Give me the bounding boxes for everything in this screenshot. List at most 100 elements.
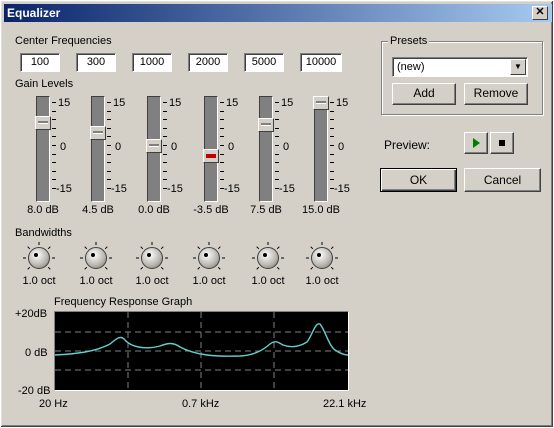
slider-ticks: [220, 102, 226, 189]
scale-mid-label: 0: [338, 141, 345, 153]
scale-bottom-label: -15: [167, 183, 183, 195]
bandwidths-label: Bandwidths: [15, 227, 72, 239]
bandwidth-value-1: 1.0 oct: [22, 275, 56, 287]
bandwidth-value-2: 1.0 oct: [79, 275, 113, 287]
gain-slider-1[interactable]: 15 0 -15: [35, 94, 92, 204]
graph-x-mid-label: 0.7 kHz: [182, 398, 220, 410]
scale-mid-label: 0: [115, 141, 122, 153]
stop-button[interactable]: [490, 132, 514, 154]
slider-ticks: [107, 102, 113, 189]
frequency-input-6[interactable]: 10000: [300, 53, 342, 72]
gain-slider-4[interactable]: 15 0 -15: [203, 94, 260, 204]
preview-label: Preview:: [384, 138, 431, 152]
slider-track[interactable]: [259, 96, 273, 202]
stop-icon: [499, 140, 505, 146]
knob-indicator: [34, 253, 38, 257]
cancel-button[interactable]: Cancel: [464, 168, 541, 192]
scale-top-label: 15: [58, 97, 71, 109]
presets-label: Presets: [388, 35, 430, 47]
gain-value-5: 7.5 dB: [250, 204, 282, 216]
knob-indicator: [263, 253, 267, 257]
slider-thumb[interactable]: [313, 96, 329, 110]
scale-bottom-label: -15: [56, 183, 72, 195]
gain-value-1: 8.0 dB: [27, 204, 59, 216]
scale-top-label: 15: [169, 97, 182, 109]
graph-y-mid-label: 0 dB: [25, 347, 48, 359]
gain-value-4: -3.5 dB: [193, 204, 229, 216]
gain-levels-label: Gain Levels: [15, 78, 74, 90]
gain-value-3: 0.0 dB: [138, 204, 170, 216]
slider-thumb[interactable]: [35, 116, 51, 131]
slider-track[interactable]: [36, 96, 50, 202]
knob-indicator: [91, 253, 95, 257]
slider-thumb[interactable]: [90, 126, 106, 141]
scale-bottom-label: -15: [224, 183, 240, 195]
scale-top-label: 15: [113, 97, 126, 109]
scale-bottom-label: -15: [111, 183, 127, 195]
close-icon: ✕: [535, 6, 545, 18]
gain-slider-5[interactable]: 15 0 -15: [258, 94, 315, 204]
bandwidth-knob-4[interactable]: [198, 247, 220, 269]
slider-track[interactable]: [314, 96, 328, 202]
knob-indicator: [317, 253, 321, 257]
gain-slider-3[interactable]: 15 0 -15: [146, 94, 203, 204]
chevron-down-icon[interactable]: ▼: [510, 59, 526, 75]
graph-x-left-label: 20 Hz: [39, 398, 68, 410]
remove-preset-button[interactable]: Remove: [464, 83, 528, 105]
frequency-input-4[interactable]: 2000: [188, 53, 228, 72]
scale-mid-label: 0: [228, 141, 235, 153]
frequency-input-1[interactable]: 100: [20, 53, 60, 72]
scale-mid-label: 0: [171, 141, 178, 153]
close-button[interactable]: ✕: [532, 6, 548, 20]
slider-track[interactable]: [91, 96, 105, 202]
window-title: Equalizer: [7, 6, 61, 20]
bandwidth-value-5: 1.0 oct: [251, 275, 285, 287]
frequency-input-2[interactable]: 300: [76, 53, 116, 72]
play-icon: [473, 138, 480, 148]
bandwidth-knob-1[interactable]: [28, 247, 50, 269]
graph-x-right-label: 22.1 kHz: [323, 398, 367, 410]
scale-mid-label: 0: [283, 141, 290, 153]
slider-ticks: [52, 102, 58, 189]
gain-value-6: 15.0 dB: [302, 204, 340, 216]
knob-indicator: [204, 253, 208, 257]
play-button[interactable]: [464, 132, 488, 154]
gain-slider-2[interactable]: 15 0 -15: [90, 94, 147, 204]
scale-top-label: 15: [281, 97, 294, 109]
bandwidth-value-3: 1.0 oct: [135, 275, 169, 287]
knob-indicator: [147, 253, 151, 257]
frequency-input-3[interactable]: 1000: [132, 53, 172, 72]
add-preset-button[interactable]: Add: [392, 83, 456, 105]
slider-thumb[interactable]: [258, 117, 274, 132]
preset-select[interactable]: (new) ▼: [392, 57, 528, 77]
frequency-input-5[interactable]: 5000: [244, 53, 284, 72]
scale-bottom-label: -15: [334, 183, 350, 195]
slider-thumb[interactable]: [203, 149, 219, 164]
gain-value-2: 4.5 dB: [82, 204, 114, 216]
title-bar: Equalizer: [4, 4, 552, 22]
bandwidth-knob-6[interactable]: [311, 247, 333, 269]
equalizer-dialog: Equalizer ✕ Center Frequencies 100 300 1…: [0, 0, 554, 428]
center-frequencies-label: Center Frequencies: [15, 35, 112, 47]
slider-ticks: [163, 102, 169, 189]
slider-ticks: [330, 102, 336, 189]
ok-button[interactable]: OK: [380, 168, 457, 192]
scale-top-label: 15: [336, 97, 349, 109]
bandwidth-knob-5[interactable]: [257, 247, 279, 269]
bandwidth-knob-2[interactable]: [85, 247, 107, 269]
scale-top-label: 15: [226, 97, 239, 109]
scale-mid-label: 0: [60, 141, 67, 153]
graph-y-bottom-label: -20 dB: [18, 385, 51, 397]
preset-selected-value: (new): [397, 61, 425, 73]
graph-y-top-label: +20dB: [15, 308, 48, 320]
frequency-response-plot: [54, 312, 349, 390]
graph-title: Frequency Response Graph: [54, 296, 193, 308]
gain-slider-6[interactable]: 15 0 -15: [313, 94, 370, 204]
bandwidth-value-4: 1.0 oct: [192, 275, 226, 287]
bandwidth-value-6: 1.0 oct: [305, 275, 339, 287]
frequency-response-graph: [54, 311, 349, 391]
slider-thumb[interactable]: [146, 139, 162, 153]
scale-bottom-label: -15: [279, 183, 295, 195]
bandwidth-knob-3[interactable]: [141, 247, 163, 269]
slider-ticks: [275, 102, 281, 189]
